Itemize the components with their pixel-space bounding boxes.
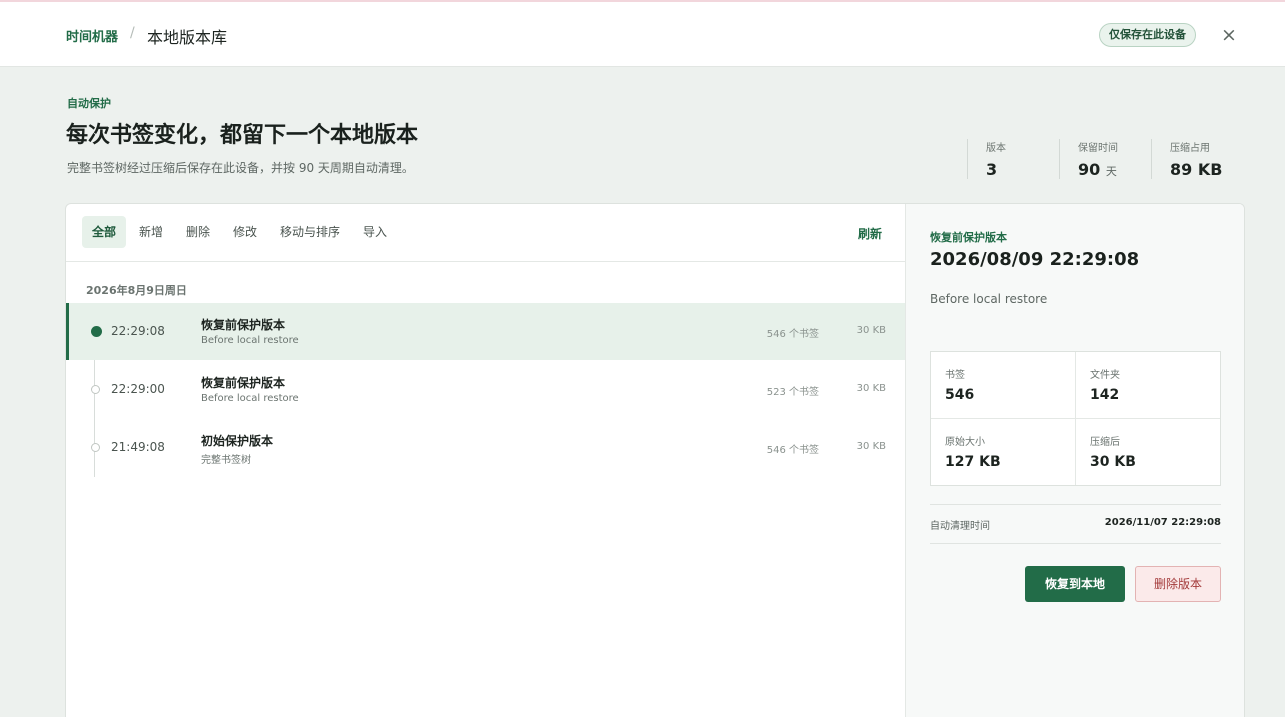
- tab-deleted[interactable]: 删除: [176, 216, 220, 248]
- version-size: 30 KB: [856, 441, 886, 452]
- stat-versions: 版本 3: [967, 139, 1059, 179]
- version-subtitle: 完整书签树: [201, 455, 251, 466]
- auto-clean-time: 2026/11/07 22:29:08: [1104, 517, 1221, 528]
- app-header: 时间机器 / 本地版本库 仅保存在此设备 ×: [0, 2, 1285, 67]
- device-only-badge: 仅保存在此设备: [1099, 23, 1196, 47]
- cell-label: 压缩后: [1090, 437, 1120, 448]
- cell-value: 142: [1090, 387, 1120, 403]
- stat-versions-value: 3: [986, 160, 998, 179]
- cell-value: 546: [945, 387, 975, 403]
- intro-eyebrow: 自动保护: [67, 97, 111, 110]
- detail-title: 2026/08/09 22:29:08: [930, 249, 1140, 270]
- cell-label: 文件夹: [1090, 370, 1120, 381]
- version-title: 初始保护版本: [201, 434, 274, 448]
- close-icon[interactable]: ×: [1220, 24, 1238, 46]
- timeline-dot: [91, 385, 100, 394]
- stat-retention: 保留时间 90 天: [1059, 139, 1151, 179]
- tab-modified[interactable]: 修改: [223, 216, 267, 248]
- cell-label: 书签: [945, 370, 965, 381]
- auto-clean-label: 自动清理时间: [930, 521, 990, 532]
- detail-cell-original-size: 原始大小 127 KB: [931, 419, 1076, 486]
- version-title: 恢复前保护版本: [201, 376, 286, 390]
- page-description: 完整书签树经过压缩后保存在此设备，并按 90 天周期自动清理。: [67, 161, 414, 175]
- detail-cell-folders: 文件夹 142: [1076, 352, 1221, 419]
- version-bookmark-count: 546 个书签: [766, 445, 819, 456]
- stat-retention-number: 90: [1078, 160, 1101, 179]
- detail-eyebrow: 恢复前保护版本: [930, 231, 1007, 244]
- delete-version-button[interactable]: 删除版本: [1135, 566, 1221, 602]
- refresh-button[interactable]: 刷新: [858, 225, 882, 242]
- filter-tabbar: 全部 新增 删除 修改 移动与排序 导入 刷新: [66, 204, 905, 262]
- tab-moved-sorted[interactable]: 移动与排序: [270, 216, 350, 248]
- version-time: 21:49:08: [111, 440, 165, 454]
- restore-button[interactable]: 恢复到本地: [1025, 566, 1125, 602]
- stat-compressed: 压缩占用 89 KB: [1151, 139, 1251, 179]
- stat-versions-label: 版本: [986, 143, 1006, 154]
- version-size: 30 KB: [856, 383, 886, 394]
- version-row[interactable]: 22:29:08 恢复前保护版本 Before local restore 54…: [66, 303, 905, 360]
- version-time: 22:29:00: [111, 382, 165, 396]
- cell-value: 30 KB: [1090, 454, 1136, 470]
- version-panel: 全部 新增 删除 修改 移动与排序 导入 刷新 2026年8月9日周日 22:2…: [65, 203, 1245, 717]
- timeline-dot: [91, 443, 100, 452]
- timeline-dot-active: [91, 326, 102, 337]
- version-size: 30 KB: [856, 325, 886, 336]
- detail-cell-bookmarks: 书签 546: [931, 352, 1076, 419]
- detail-cell-compressed-size: 压缩后 30 KB: [1076, 419, 1221, 486]
- stat-retention-value: 90 天: [1078, 160, 1151, 179]
- date-group-header: 2026年8月9日周日: [86, 284, 187, 297]
- tab-imported[interactable]: 导入: [353, 216, 397, 248]
- version-bookmark-count: 523 个书签: [766, 387, 819, 398]
- version-subtitle: Before local restore: [201, 335, 299, 346]
- auto-clean-row: 自动清理时间 2026/11/07 22:29:08: [930, 504, 1221, 544]
- version-row[interactable]: 21:49:08 初始保护版本 完整书签树 546 个书签 30 KB: [66, 419, 905, 476]
- version-subtitle: Before local restore: [201, 393, 299, 404]
- detail-stats-grid: 书签 546 文件夹 142 原始大小 127 KB 压缩后 30 KB: [930, 351, 1221, 486]
- cell-label: 原始大小: [945, 437, 985, 448]
- stat-retention-label: 保留时间: [1078, 143, 1118, 154]
- stat-compressed-label: 压缩占用: [1170, 143, 1210, 154]
- detail-subtitle: Before local restore: [930, 292, 1048, 306]
- version-detail-pane: 恢复前保护版本 2026/08/09 22:29:08 Before local…: [905, 204, 1244, 717]
- version-time: 22:29:08: [111, 324, 165, 338]
- breadcrumb-time-machine-link[interactable]: 时间机器: [66, 26, 118, 45]
- version-list-pane: 全部 新增 删除 修改 移动与排序 导入 刷新 2026年8月9日周日 22:2…: [66, 204, 905, 717]
- version-bookmark-count: 546 个书签: [766, 329, 819, 340]
- cell-value: 127 KB: [945, 454, 1001, 470]
- version-row[interactable]: 22:29:00 恢复前保护版本 Before local restore 52…: [66, 361, 905, 418]
- tab-all[interactable]: 全部: [82, 216, 127, 248]
- breadcrumb-separator: /: [130, 25, 135, 41]
- tab-added[interactable]: 新增: [129, 216, 173, 248]
- stat-retention-unit: 天: [1105, 165, 1117, 178]
- breadcrumb-current-page: 本地版本库: [147, 28, 228, 47]
- stat-compressed-value: 89 KB: [1170, 160, 1223, 179]
- version-title: 恢复前保护版本: [201, 318, 286, 332]
- page-title: 每次书签变化，都留下一个本地版本: [66, 123, 419, 148]
